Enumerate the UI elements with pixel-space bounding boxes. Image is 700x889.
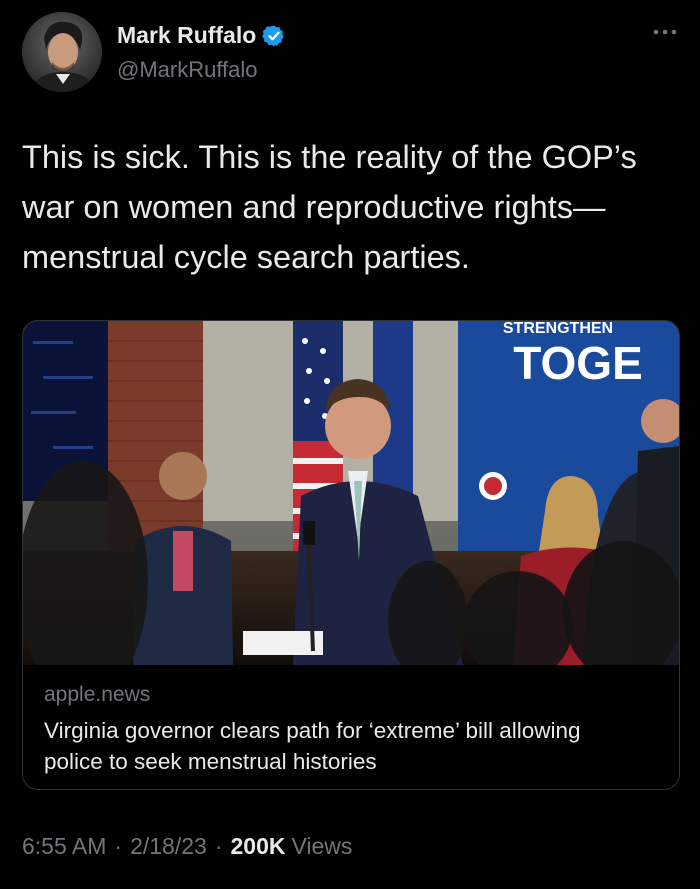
- author-handle[interactable]: @MarkRuffalo: [117, 57, 258, 83]
- person-avatar-icon: [22, 12, 102, 92]
- verified-badge-icon: [262, 25, 284, 46]
- card-domain: apple.news: [44, 683, 151, 706]
- author-name-row[interactable]: Mark Ruffalo: [117, 22, 286, 49]
- banner-top-text: STRENGTHEN: [503, 321, 613, 337]
- views-count[interactable]: 200K: [230, 833, 285, 860]
- meta-separator: ·: [214, 833, 223, 859]
- tweet-time[interactable]: 6:55 AM: [22, 833, 106, 860]
- avatar[interactable]: [22, 12, 102, 92]
- tweet-meta: 6:55 AM · 2/18/23 · 200K Views: [22, 833, 352, 860]
- banner-text: TOGE: [513, 337, 643, 389]
- author-display-name[interactable]: Mark Ruffalo: [117, 22, 256, 49]
- link-card[interactable]: TOGE STRENGTHEN apple.news Virginia gove…: [22, 320, 680, 790]
- card-image[interactable]: TOGE STRENGTHEN: [23, 321, 679, 665]
- views-label: Views: [291, 833, 353, 859]
- tweet-text: This is sick. This is the reality of the…: [22, 139, 637, 275]
- ellipsis-icon[interactable]: [652, 24, 678, 36]
- card-title[interactable]: Virginia governor clears path for ‘extre…: [44, 715, 644, 777]
- tweet-date[interactable]: 2/18/23: [130, 833, 207, 860]
- meta-separator: ·: [114, 833, 123, 859]
